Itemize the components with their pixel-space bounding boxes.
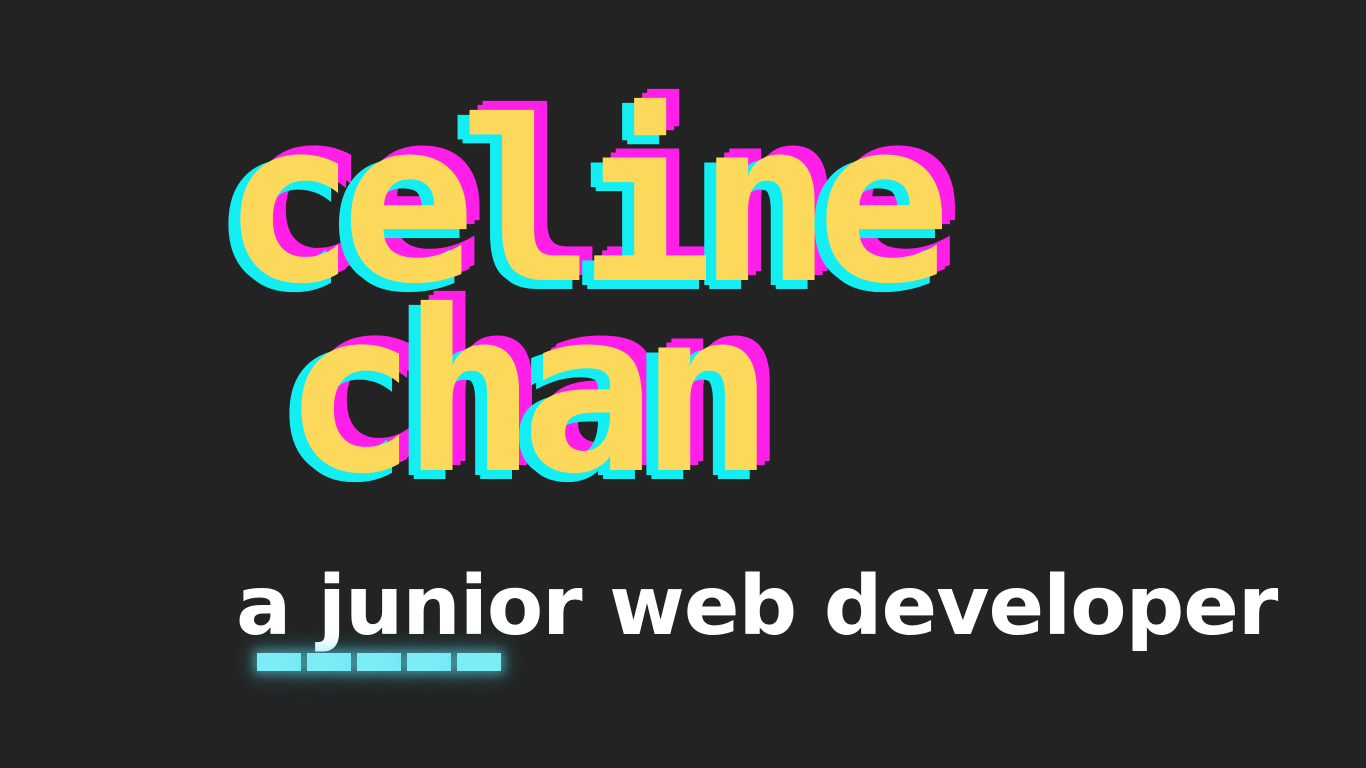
- last-name-heading: chan: [283, 262, 774, 523]
- tagline-text: a junior web developer: [236, 559, 1278, 654]
- cursor-dash: [357, 653, 401, 671]
- typing-cursor: [257, 653, 501, 671]
- hero-banner: celine chan a junior web developer: [0, 0, 1366, 768]
- cursor-dash: [257, 653, 301, 671]
- cursor-dash: [307, 653, 351, 671]
- cursor-dash: [457, 653, 501, 671]
- cursor-dash: [407, 653, 451, 671]
